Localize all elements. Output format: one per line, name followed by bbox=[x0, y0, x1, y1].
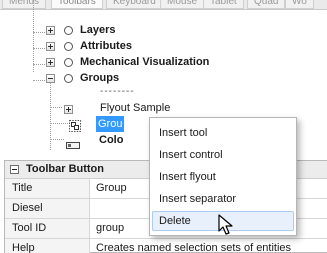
tree-node-label: Grou bbox=[96, 116, 125, 132]
tree-node-label: Attributes bbox=[80, 40, 132, 52]
property-key: Help bbox=[5, 239, 90, 253]
tab-strip: Menus Toolbars Keyboard Mouse Tablet Qua… bbox=[0, 0, 327, 10]
tab-wo[interactable]: Wo bbox=[285, 0, 314, 9]
tree-node-attributes[interactable]: Attributes bbox=[0, 38, 327, 54]
menu-item-insert-control[interactable]: Insert control bbox=[152, 145, 294, 165]
menu-item-insert-separator[interactable]: Insert separator bbox=[152, 189, 294, 209]
tab-toolbars[interactable]: Toolbars bbox=[51, 0, 103, 9]
mouse-pointer-icon bbox=[218, 214, 236, 236]
tab-quad[interactable]: Quad bbox=[247, 0, 286, 9]
tree-node-groups[interactable]: Groups bbox=[0, 70, 327, 86]
customize-dialog: Menus Toolbars Keyboard Mouse Tablet Qua… bbox=[0, 0, 327, 253]
property-key: Title bbox=[5, 179, 90, 198]
property-key: Diesel bbox=[5, 199, 90, 218]
toolbar-icon bbox=[66, 138, 80, 149]
circle-icon bbox=[64, 42, 73, 51]
property-key: Tool ID bbox=[5, 219, 90, 238]
tab-tablet[interactable]: Tablet bbox=[203, 0, 244, 9]
menu-item-insert-flyout[interactable]: Insert flyout bbox=[152, 167, 294, 187]
tab-menus[interactable]: Menus bbox=[2, 0, 47, 9]
group-tool-icon bbox=[69, 120, 81, 132]
tree-node-label: Layers bbox=[80, 24, 116, 36]
circle-icon bbox=[64, 58, 73, 67]
menu-item-insert-tool[interactable]: Insert tool bbox=[152, 123, 294, 143]
expand-icon[interactable] bbox=[46, 42, 55, 51]
tab-keyboard[interactable]: Keyboard bbox=[106, 0, 163, 9]
expand-icon[interactable] bbox=[46, 58, 55, 67]
collapse-icon[interactable] bbox=[46, 74, 55, 83]
tree-node-mechanical-visualization[interactable]: Mechanical Visualization bbox=[0, 54, 327, 70]
property-row-help[interactable]: Help Creates named selection sets of ent… bbox=[5, 239, 327, 253]
section-title: Toolbar Button bbox=[26, 163, 104, 175]
tree-node-flyout-sample[interactable]: Flyout Sample bbox=[0, 102, 327, 118]
tree-node-layers[interactable]: Layers bbox=[0, 22, 327, 38]
tab-mouse[interactable]: Mouse bbox=[160, 0, 205, 9]
expand-icon[interactable] bbox=[46, 26, 55, 35]
collapse-icon[interactable] bbox=[10, 165, 19, 174]
tree-node-label: Colo bbox=[99, 134, 124, 146]
tree-node-label: Mechanical Visualization bbox=[80, 56, 210, 68]
tree-node-label: Flyout Sample bbox=[100, 102, 171, 114]
tree-node-label: -------- bbox=[100, 86, 135, 97]
circle-icon bbox=[64, 74, 73, 83]
property-value[interactable]: Creates named selection sets of entities bbox=[91, 239, 327, 253]
circle-icon bbox=[64, 26, 73, 35]
expand-icon[interactable] bbox=[64, 105, 73, 114]
